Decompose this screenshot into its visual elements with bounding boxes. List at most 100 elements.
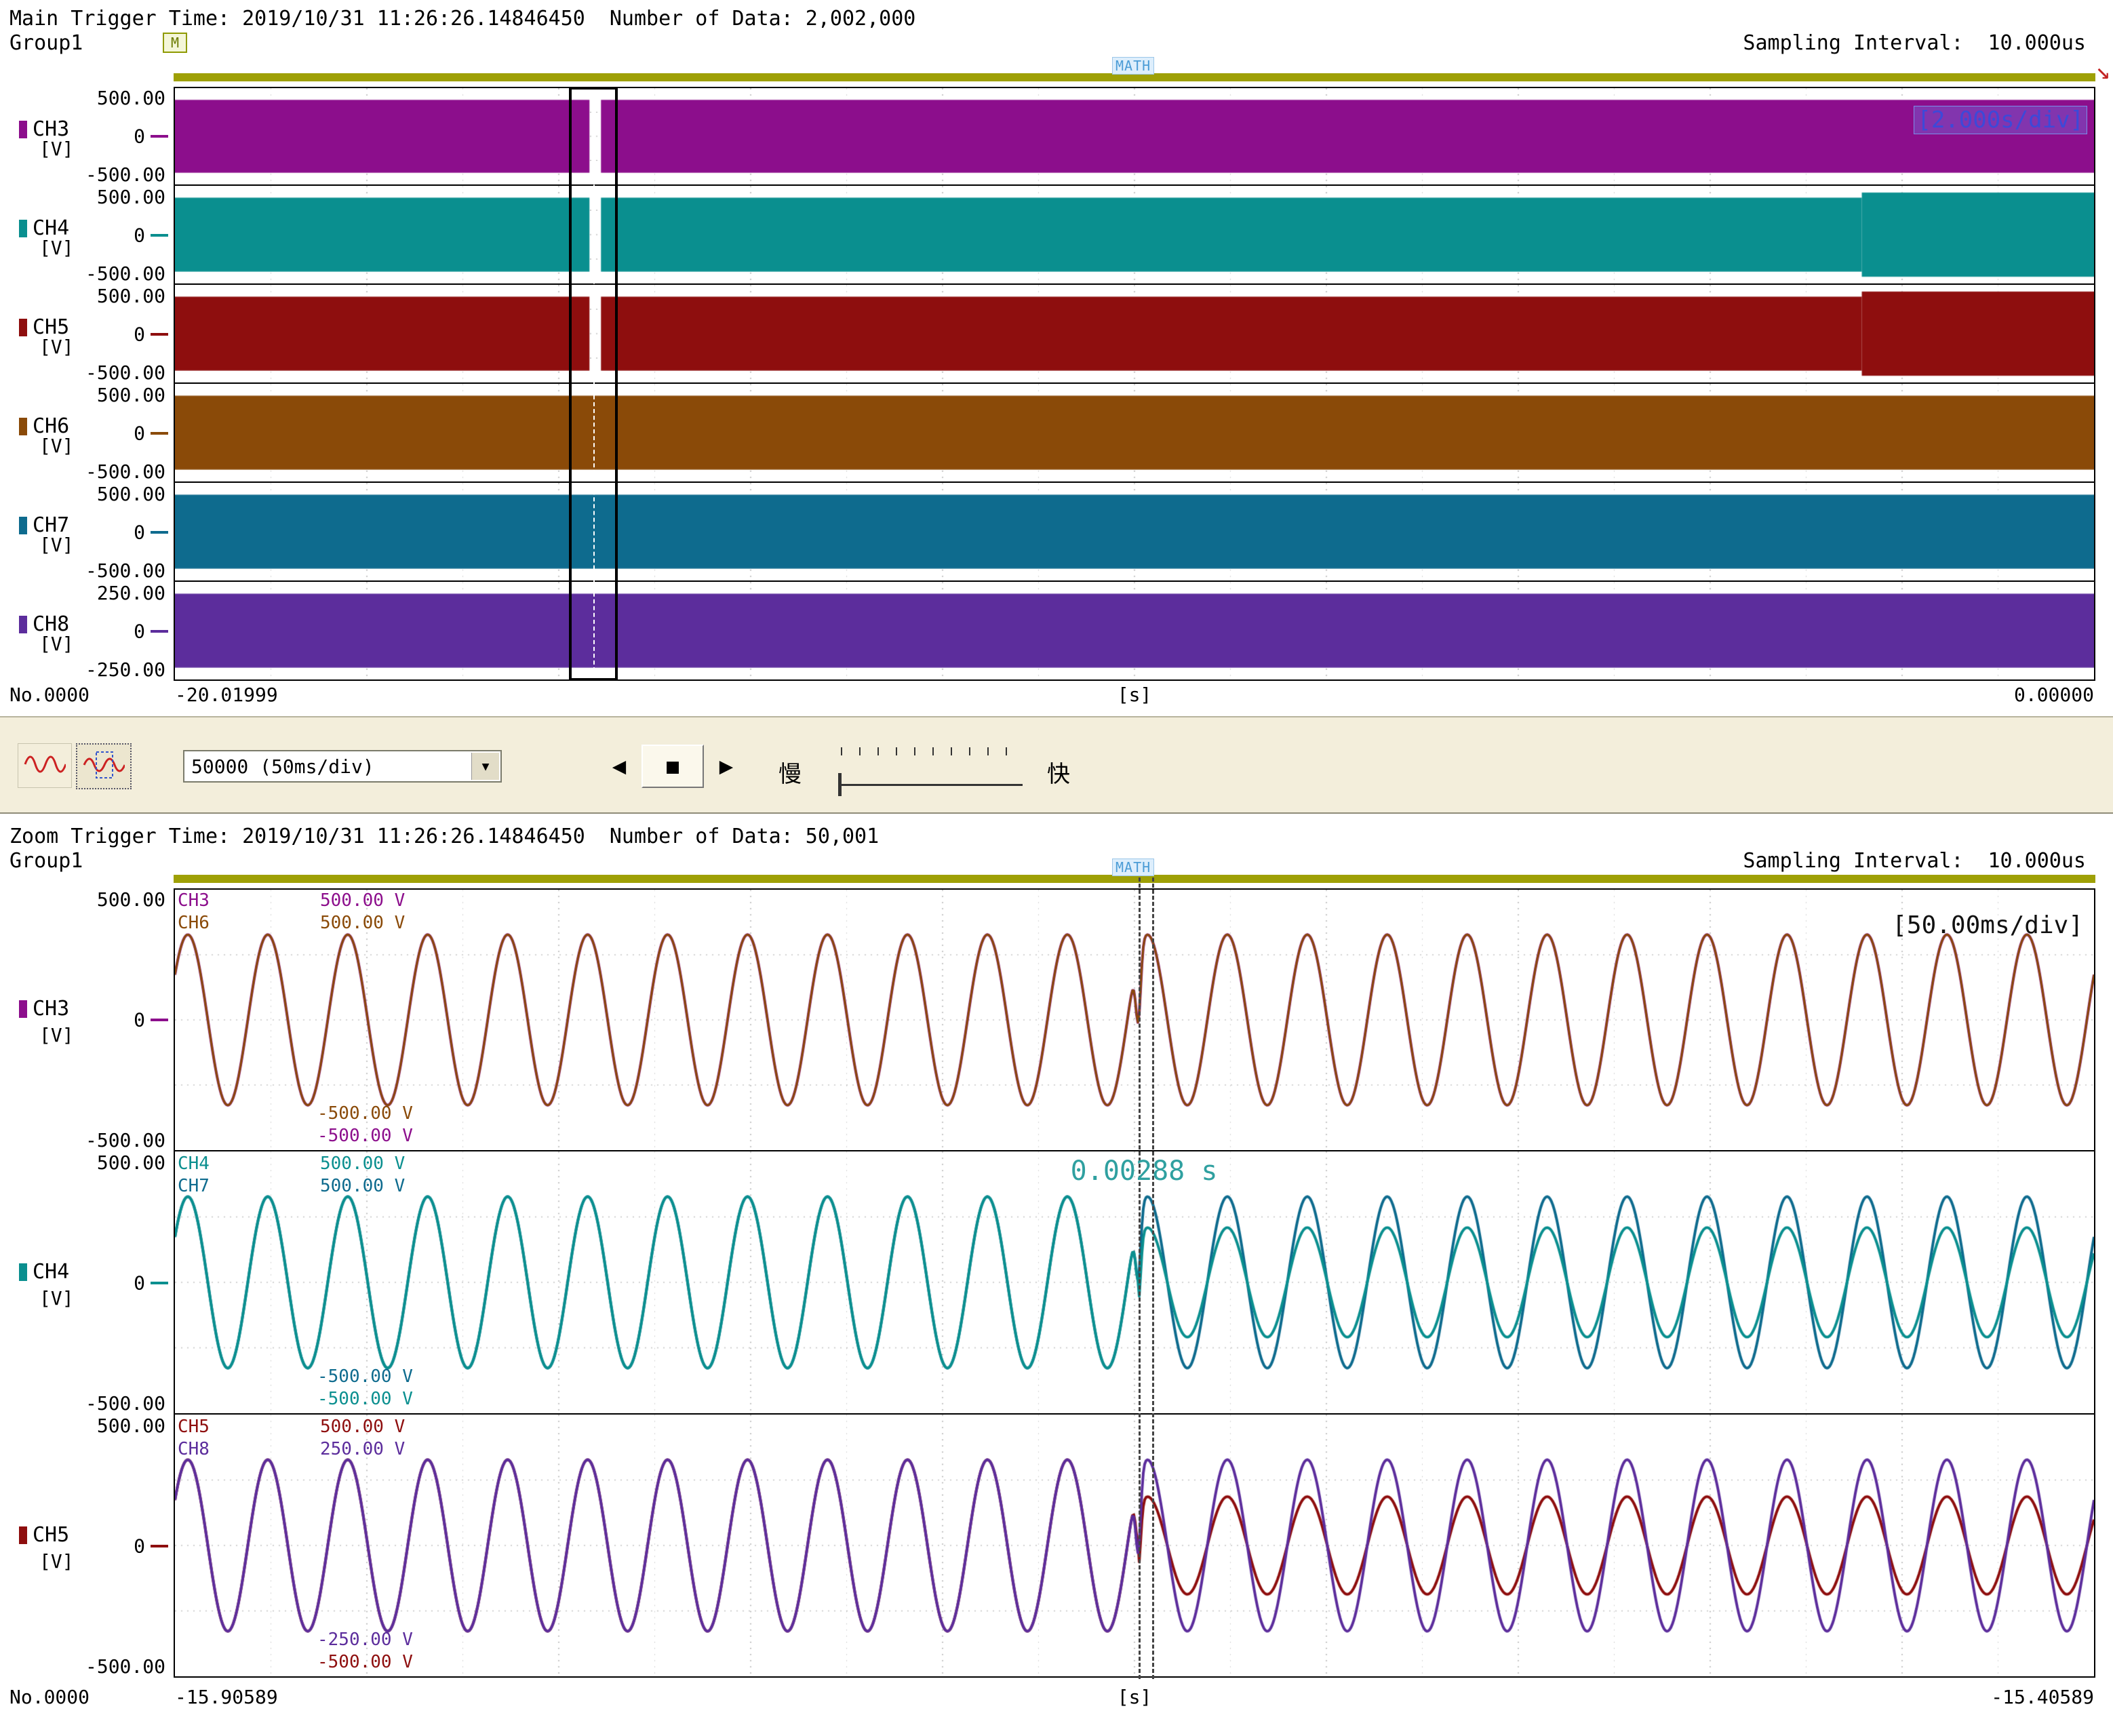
panel-legend-top: CH3 500.00 V CH6 500.00 V	[178, 890, 405, 934]
zoom-waveform-view-button[interactable]	[76, 743, 132, 789]
ch7-zero: 0	[134, 521, 145, 544]
ch4-zero-tick	[151, 234, 168, 237]
legend-entry: -500.00 V	[317, 1652, 413, 1672]
legend-entry: -500.00 V	[317, 1103, 413, 1124]
main-group-label: Group1	[9, 31, 83, 55]
ch6-axis-min: -500.00	[85, 460, 165, 483]
ch5-color-chip	[19, 1526, 27, 1544]
ch5-unit: [V]	[39, 1550, 74, 1573]
legend-entry: -500.00 V	[317, 1366, 413, 1387]
channel-strip-ch3: 500.00 -500.00 CH3 [V] 0	[0, 87, 2113, 186]
legend-entry: -500.00 V	[317, 1126, 413, 1146]
zoom-cursor-b[interactable]	[1151, 877, 1154, 1679]
legend-entry: CH8 250.00 V	[178, 1439, 406, 1459]
main-plot-ch7[interactable]	[174, 483, 2095, 582]
ch3-color-chip	[19, 120, 27, 138]
ch4-axis-max: 500.00	[96, 1151, 165, 1174]
ch3-zero-tick	[151, 135, 168, 138]
ch4-axis-min: -500.00	[85, 1392, 165, 1415]
ch7-axis-max: 500.00	[96, 483, 165, 505]
speed-slider-thumb[interactable]	[838, 773, 842, 796]
zoom-cursor-a[interactable]	[1138, 877, 1141, 1679]
main-plot-ch5[interactable]	[174, 285, 2095, 384]
zoom-plot-ch3[interactable]	[174, 888, 2095, 1151]
ch4-zero: 0	[134, 224, 145, 247]
ch3-axis-max: 500.00	[96, 888, 165, 911]
ch6-unit: [V]	[39, 435, 74, 457]
legend-entry: CH3 500.00 V	[178, 890, 406, 911]
channel-gutter-ch7: 500.00 -500.00 CH7 [V] 0	[0, 483, 170, 582]
single-waveform-view-button[interactable]	[18, 743, 72, 788]
step-backward-button[interactable]: ◀	[597, 746, 641, 787]
zoom-panel-ch5: 500.00 -500.00 CH5 [V] 0 CH5 500.00 V CH8 250.00…	[0, 1415, 2113, 1678]
ch3-axis-min: -500.00	[85, 1129, 165, 1151]
speed-slider[interactable]	[841, 784, 1023, 786]
panel-legend-bottom: -500.00 V -500.00 V	[317, 1366, 413, 1410]
ch3-envelope-canvas	[175, 88, 2094, 184]
ch6-axis-max: 500.00	[96, 384, 165, 406]
ch3-axis-min: -500.00	[85, 163, 165, 186]
zoom-region-box[interactable]	[568, 87, 618, 681]
main-plot-ch4[interactable]	[174, 186, 2095, 285]
waveform-icon	[24, 749, 67, 783]
ch4-zero: 0	[134, 1271, 145, 1295]
ch7-color-chip	[19, 516, 27, 534]
ch4-envelope-canvas	[175, 186, 2094, 283]
zoom-count-label: Number of Data:	[609, 825, 793, 848]
ch5-wave-canvas	[175, 1415, 2094, 1676]
chevron-down-icon[interactable]: ▼	[471, 753, 499, 780]
main-count-value: 2,002,000	[805, 7, 916, 31]
zoom-x-unit: [s]	[1117, 1686, 1152, 1708]
channel-gutter-ch5: 500.00 -500.00 CH5 [V] 0	[0, 1415, 170, 1678]
panel-legend-top: CH4 500.00 V CH7 500.00 V	[178, 1153, 405, 1198]
record-length-select[interactable]: 50000 (50ms/div) ▼	[183, 750, 502, 783]
zoom-record-no: No.0000	[9, 1686, 90, 1708]
speed-slider-ticks	[841, 747, 1024, 755]
ch4-unit: [V]	[39, 237, 74, 259]
main-count-label: Number of Data:	[609, 7, 793, 31]
ch5-axis-max: 500.00	[96, 285, 165, 307]
main-trigger-time: 2019/10/31 11:26:26.14846450	[242, 7, 585, 31]
zoom-x-right: -15.40589	[1991, 1686, 2094, 1708]
ch8-axis-min: -250.00	[85, 658, 165, 681]
zoom-trigger-label: Zoom Trigger Time:	[9, 825, 231, 848]
ch5-zero: 0	[134, 1535, 145, 1558]
waveform-viewer: Main Trigger Time: 2019/10/31 11:26:26.14…	[0, 0, 2113, 1736]
zoom-waveform-view: 500.00 -500.00 CH3 [V] 0 CH3 500.00 V CH6 500.00…	[0, 888, 2113, 1678]
channel-gutter-ch8: 250.00 -250.00 CH8 [V] 0	[0, 582, 170, 681]
group-math-icon[interactable]: M	[163, 33, 187, 53]
ch3-unit: [V]	[39, 1024, 74, 1046]
ch3-zero: 0	[134, 1008, 145, 1031]
main-plot-ch3[interactable]	[174, 87, 2095, 186]
panel-legend-bottom: -500.00 V -500.00 V	[317, 1103, 413, 1147]
ch4-axis-max: 500.00	[96, 186, 165, 208]
ch5-axis-min: -500.00	[85, 1655, 165, 1678]
main-sampling-label: Sampling Interval:	[1743, 31, 1964, 55]
record-length-value: 50000 (50ms/div)	[191, 755, 374, 778]
zoom-count-value: 50,001	[805, 825, 880, 848]
ch8-axis-max: 250.00	[96, 582, 165, 604]
zoom-region-center-line	[593, 90, 595, 678]
main-waveform-view: 500.00 -500.00 CH3 [V] 0 500.00 -500.00 CH4 [V] 0…	[0, 87, 2113, 681]
stop-button[interactable]: ■	[641, 745, 704, 788]
ch3-zero: 0	[134, 125, 145, 148]
step-forward-button[interactable]: ▶	[704, 746, 749, 787]
panel-legend-top: CH5 500.00 V CH8 250.00 V	[178, 1416, 405, 1461]
scroll-corner-arrow-icon[interactable]: ↘	[2095, 57, 2110, 85]
ch5-zero-tick	[151, 1545, 168, 1547]
main-math-badge: MATH	[1112, 57, 1155, 75]
ch7-unit: [V]	[39, 534, 74, 556]
main-plot-ch8[interactable]	[174, 582, 2095, 681]
ch8-envelope-canvas	[175, 582, 2094, 679]
main-plot-ch6[interactable]	[174, 384, 2095, 483]
zoom-sampling-interval: Sampling Interval: 10.000us	[1743, 849, 2086, 873]
channel-gutter-ch4: 500.00 -500.00 CH4 [V] 0	[0, 1151, 170, 1415]
main-x-right: 0.00000	[2013, 684, 2094, 706]
channel-strip-ch7: 500.00 -500.00 CH7 [V] 0	[0, 483, 2113, 582]
zoom-plot-ch4[interactable]	[174, 1151, 2095, 1415]
ch3-label: CH3	[19, 997, 69, 1021]
cursor-delta-label: 0.00288 s	[1070, 1156, 1218, 1187]
legend-entry: CH7 500.00 V	[178, 1176, 406, 1196]
channel-strip-ch4: 500.00 -500.00 CH4 [V] 0	[0, 186, 2113, 285]
zoom-plot-ch5[interactable]	[174, 1415, 2095, 1678]
